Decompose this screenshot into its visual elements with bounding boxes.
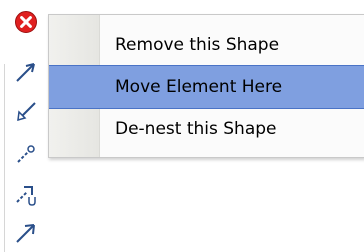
close-button[interactable] — [6, 4, 46, 40]
key-connector-tool[interactable] — [6, 136, 46, 172]
nested-connector-icon — [16, 186, 36, 206]
arrow-connector-icon — [16, 63, 35, 82]
nested-connector-tool[interactable] — [6, 176, 46, 212]
close-icon — [15, 11, 37, 33]
reverse-arrow-connector-icon — [17, 102, 36, 122]
connector-toolbar — [0, 0, 48, 252]
key-connector-icon — [17, 145, 35, 163]
menu-item-label: Move Element Here — [115, 77, 283, 97]
reverse-arrow-connector-tool[interactable] — [6, 94, 46, 130]
menu-item-label: Remove this Shape — [115, 35, 280, 55]
diagonal-arrow-icon — [16, 224, 35, 243]
arrow-connector-tool[interactable] — [6, 54, 46, 90]
toolbar-separator — [4, 64, 5, 252]
menu-item-label: De-nest this Shape — [115, 119, 277, 139]
menu-item-move-element-here[interactable]: Move Element Here — [49, 65, 364, 109]
diagonal-arrow-tool[interactable] — [6, 214, 46, 250]
context-menu: Remove this Shape Move Element Here De-n… — [48, 14, 364, 158]
menu-item-de-nest-shape[interactable]: De-nest this Shape — [49, 107, 364, 151]
menu-item-remove-shape[interactable]: Remove this Shape — [49, 23, 364, 67]
